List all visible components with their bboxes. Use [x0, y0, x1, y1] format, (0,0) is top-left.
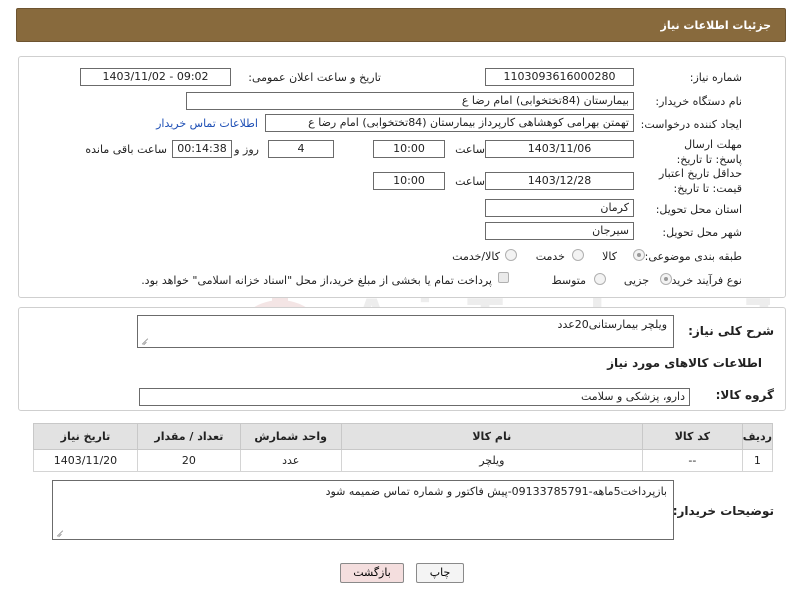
remaining-time-field: 00:14:38 — [172, 140, 232, 158]
deadline-time-label: ساعت — [455, 143, 485, 156]
cell-unit: عدد — [239, 449, 342, 472]
cell-item-name: ویلچر — [340, 449, 643, 472]
table-row: 1 -- ویلچر عدد 20 1403/11/20 — [33, 449, 774, 472]
print-button[interactable]: چاپ — [416, 563, 464, 583]
subject-category-label: طبقه بندی موضوعی: — [644, 250, 742, 263]
goods-section-title: اطلاعات کالاهای مورد نیاز — [607, 356, 762, 370]
request-creator-label: ایجاد کننده درخواست: — [640, 118, 742, 131]
price-validity-date-field: 1403/12/28 — [485, 172, 634, 190]
cell-item-code: -- — [641, 449, 743, 472]
col-quantity: تعداد / مقدار — [136, 423, 241, 450]
process-medium-label: متوسط — [551, 274, 586, 287]
cell-row-number: 1 — [741, 449, 774, 472]
price-validity-time-field: 10:00 — [373, 172, 445, 190]
resize-grip-icon[interactable] — [141, 337, 149, 345]
process-medium-radio[interactable] — [594, 273, 606, 285]
process-minor-label: جزیی — [623, 274, 649, 287]
buyer-org-field: بیمارستان (84تختخوابی) امام رضا ع — [186, 92, 634, 110]
col-item-name: نام کالا — [340, 423, 643, 450]
need-summary-value: ویلچر بیمارستانی20عدد — [557, 318, 667, 331]
buyer-org-label: نام دستگاه خریدار: — [655, 95, 742, 108]
buyer-notes-field: بازپرداخت5ماهه-09133785791-پیش فاکتور و … — [52, 480, 674, 540]
deadline-date-field: 1403/11/06 — [485, 140, 634, 158]
need-summary-label: شرح کلی نیاز: — [688, 324, 774, 338]
treasury-payment-checkbox[interactable] — [498, 272, 509, 283]
cell-need-date: 1403/11/20 — [33, 449, 138, 472]
remaining-days-field: 4 — [268, 140, 334, 158]
need-summary-field: ویلچر بیمارستانی20عدد — [137, 315, 674, 348]
page-title: جزئیات اطلاعات نیاز — [660, 19, 772, 32]
col-item-code: کد کالا — [641, 423, 743, 450]
delivery-city-label: شهر محل تحویل: — [662, 226, 742, 239]
deadline-label: مهلت ارسال پاسخ: تا تاریخ: — [676, 138, 742, 166]
need-number-label: شماره نیاز: — [689, 71, 742, 84]
table-header-row: ردیف کد کالا نام کالا واحد شمارش تعداد /… — [33, 423, 774, 450]
deadline-time-field: 10:00 — [373, 140, 445, 158]
category-service-label: خدمت — [535, 250, 565, 263]
delivery-province-label: استان محل تحویل: — [655, 203, 742, 216]
category-goods-radio[interactable] — [633, 249, 645, 261]
category-goods-service-radio[interactable] — [505, 249, 517, 261]
category-goods-label: کالا — [602, 250, 617, 263]
back-button[interactable]: بازگشت — [340, 563, 404, 583]
goods-table: ردیف کد کالا نام کالا واحد شمارش تعداد /… — [33, 423, 774, 472]
delivery-province-field: کرمان — [485, 199, 634, 217]
purchase-process-label: نوع فرآیند خرید : — [664, 274, 742, 287]
buyer-contact-link[interactable]: اطلاعات تماس خریدار — [156, 117, 258, 130]
resize-grip-icon[interactable] — [56, 529, 64, 537]
price-validity-label: حداقل تاریخ اعتبار قیمت: تا تاریخ: — [658, 167, 742, 195]
announce-datetime-field: 1403/11/02 - 09:02 — [80, 68, 231, 86]
request-creator-field: تهمتن بهرامی کوهشاهی کارپرداز بیمارستان … — [265, 114, 634, 132]
need-number-field: 1103093616000280 — [485, 68, 634, 86]
remaining-time-label: ساعت باقی مانده — [85, 143, 167, 156]
treasury-payment-note: پرداخت تمام یا بخشی از مبلغ خرید،از محل … — [141, 274, 492, 287]
goods-group-label: گروه کالا: — [715, 388, 774, 402]
buyer-notes-value: بازپرداخت5ماهه-09133785791-پیش فاکتور و … — [325, 485, 667, 498]
price-validity-time-label: ساعت — [455, 175, 485, 188]
remaining-days-label: روز و — [234, 143, 259, 156]
col-unit: واحد شمارش — [239, 423, 342, 450]
col-need-date: تاریخ نیاز — [33, 423, 138, 450]
goods-group-field: دارو، پزشکی و سلامت — [139, 388, 690, 406]
category-goods-service-label: کالا/خدمت — [452, 250, 500, 263]
page-header: جزئیات اطلاعات نیاز — [16, 8, 786, 42]
category-service-radio[interactable] — [572, 249, 584, 261]
col-row-number: ردیف — [741, 423, 774, 450]
buyer-notes-label: توضیحات خریدار: — [672, 504, 774, 518]
delivery-city-field: سیرجان — [485, 222, 634, 240]
process-minor-radio[interactable] — [660, 273, 672, 285]
cell-quantity: 20 — [136, 449, 241, 472]
announce-datetime-label: تاریخ و ساعت اعلان عمومی: — [248, 71, 381, 84]
